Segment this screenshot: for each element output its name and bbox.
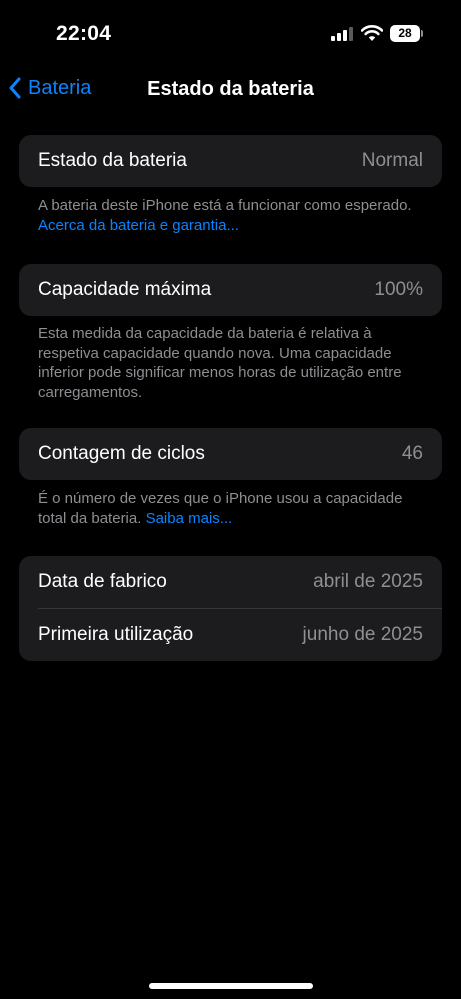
battery-health-row: Estado da bateria Normal <box>19 135 442 187</box>
battery-health-label: Estado da bateria <box>38 150 187 171</box>
navigation-bar: Bateria Estado da bateria <box>0 70 461 110</box>
max-capacity-footnote: Esta medida da capacidade da bateria é r… <box>38 325 402 401</box>
battery-health-group: Estado da bateria Normal <box>19 135 442 187</box>
first-use-row: Primeira utilização junho de 2025 <box>19 609 442 661</box>
max-capacity-value: 100% <box>374 279 423 300</box>
max-capacity-label: Capacidade máxima <box>38 279 212 300</box>
cycle-count-value: 46 <box>401 443 423 464</box>
max-capacity-group: Capacidade máxima 100% <box>19 264 442 316</box>
cycle-count-footnote: É o número de vezes que o iPhone usou a … <box>38 489 428 528</box>
cycle-count-label: Contagem de ciclos <box>38 443 205 464</box>
battery-icon: 28 <box>390 25 420 42</box>
battery-health-screen: 22:04 28 Bateria Estado da bateria Estad… <box>0 0 461 999</box>
manufacture-date-value: abril de 2025 <box>313 571 423 592</box>
cycle-count-row: Contagem de ciclos 46 <box>19 428 442 480</box>
battery-health-footnote-text: A bateria deste iPhone está a funcionar … <box>38 197 412 214</box>
first-use-value: junho de 2025 <box>302 624 423 645</box>
battery-health-value: Normal <box>361 150 423 171</box>
battery-level: 28 <box>398 26 412 40</box>
dates-group: Data de fabrico abril de 2025 Primeira u… <box>19 556 442 661</box>
manufacture-date-row: Data de fabrico abril de 2025 <box>19 556 442 608</box>
first-use-label: Primeira utilização <box>38 624 194 645</box>
page-title: Estado da bateria <box>147 78 314 100</box>
learn-more-link[interactable]: Saiba mais... <box>146 510 233 527</box>
cycle-count-group: Contagem de ciclos 46 <box>19 428 442 480</box>
home-indicator[interactable] <box>149 983 313 989</box>
battery-warranty-link[interactable]: Acerca da bateria e garantia... <box>38 217 239 234</box>
wifi-icon <box>361 25 383 41</box>
cellular-signal-icon <box>331 27 353 41</box>
manufacture-date-label: Data de fabrico <box>38 571 167 592</box>
battery-health-footnote: A bateria deste iPhone está a funcionar … <box>38 196 428 235</box>
max-capacity-row: Capacidade máxima 100% <box>19 264 442 316</box>
status-time: 22:04 <box>56 22 112 45</box>
battery-tip <box>421 30 423 37</box>
status-bar: 22:04 28 <box>0 0 461 60</box>
